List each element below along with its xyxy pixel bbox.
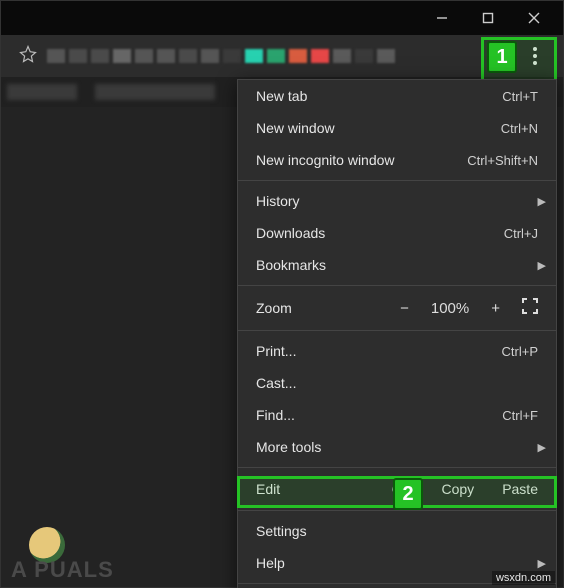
extension-icon[interactable] — [223, 49, 241, 63]
menu-item-history[interactable]: History ▶ — [238, 185, 556, 217]
menu-separator — [238, 180, 556, 181]
extension-icon[interactable] — [377, 49, 395, 63]
callout-1-badge: 1 — [487, 41, 517, 73]
minimize-button[interactable] — [419, 1, 465, 35]
extension-icon[interactable] — [355, 49, 373, 63]
menu-separator — [238, 467, 556, 468]
maximize-button[interactable] — [465, 1, 511, 35]
zoom-value: 100% — [431, 300, 469, 317]
close-button[interactable] — [511, 1, 557, 35]
menu-item-find[interactable]: Find... Ctrl+F — [238, 399, 556, 431]
blurred-item — [7, 84, 77, 100]
browser-toolbar — [1, 35, 563, 77]
callout-2-badge: 2 — [393, 478, 423, 510]
extension-icon[interactable] — [245, 49, 263, 63]
extension-icon[interactable] — [179, 49, 197, 63]
menu-item-zoom: Zoom − 100% + — [238, 290, 556, 326]
bookmark-star-icon[interactable] — [19, 45, 37, 68]
browser-window: A PUALS 1 New tab Ctrl+T New window Ctrl… — [0, 0, 564, 588]
extension-icon[interactable] — [91, 49, 109, 63]
menu-label: New incognito window — [256, 152, 395, 168]
menu-label: Bookmarks — [256, 257, 326, 273]
menu-item-new-window[interactable]: New window Ctrl+N — [238, 112, 556, 144]
menu-label: Find... — [256, 407, 295, 423]
menu-shortcut: Ctrl+F — [502, 408, 538, 423]
menu-label: Print... — [256, 343, 296, 359]
extension-icon[interactable] — [267, 49, 285, 63]
menu-item-bookmarks[interactable]: Bookmarks ▶ — [238, 249, 556, 281]
source-watermark: wsxdn.com — [492, 571, 555, 585]
menu-separator — [238, 330, 556, 331]
extension-icon[interactable] — [333, 49, 351, 63]
menu-item-new-incognito[interactable]: New incognito window Ctrl+Shift+N — [238, 144, 556, 176]
extension-icon[interactable] — [113, 49, 131, 63]
submenu-arrow-icon: ▶ — [538, 557, 546, 570]
menu-shortcut: Ctrl+Shift+N — [467, 153, 538, 168]
extension-icon[interactable] — [311, 49, 329, 63]
menu-label: Help — [256, 555, 285, 571]
menu-item-new-tab[interactable]: New tab Ctrl+T — [238, 80, 556, 112]
watermark-text: A PUALS — [11, 557, 114, 583]
submenu-arrow-icon: ▶ — [538, 195, 546, 208]
window-titlebar — [1, 1, 563, 35]
fullscreen-icon[interactable] — [522, 298, 538, 318]
menu-label: New tab — [256, 88, 307, 104]
menu-item-settings[interactable]: Settings — [238, 515, 556, 547]
menu-item-downloads[interactable]: Downloads Ctrl+J — [238, 217, 556, 249]
menu-item-more-tools[interactable]: More tools ▶ — [238, 431, 556, 463]
menu-item-print[interactable]: Print... Ctrl+P — [238, 335, 556, 367]
menu-label: New window — [256, 120, 335, 136]
extension-icon[interactable] — [69, 49, 87, 63]
menu-label: Zoom — [256, 300, 292, 316]
extension-icon[interactable] — [157, 49, 175, 63]
menu-label: History — [256, 193, 300, 209]
menu-label: Cast... — [256, 375, 296, 391]
extension-icons — [47, 49, 395, 63]
extension-icon[interactable] — [201, 49, 219, 63]
menu-shortcut: Ctrl+J — [504, 226, 538, 241]
blurred-item — [95, 84, 215, 100]
extension-icon[interactable] — [47, 49, 65, 63]
extension-icon[interactable] — [135, 49, 153, 63]
zoom-out-button[interactable]: − — [400, 300, 409, 317]
menu-shortcut: Ctrl+N — [501, 121, 538, 136]
menu-label: Downloads — [256, 225, 325, 241]
submenu-arrow-icon: ▶ — [538, 259, 546, 272]
menu-shortcut: Ctrl+P — [502, 344, 538, 359]
menu-label: More tools — [256, 439, 321, 455]
chrome-main-menu: New tab Ctrl+T New window Ctrl+N New inc… — [237, 79, 557, 588]
submenu-arrow-icon: ▶ — [538, 441, 546, 454]
menu-separator — [238, 510, 556, 511]
menu-item-cast[interactable]: Cast... — [238, 367, 556, 399]
menu-separator — [238, 285, 556, 286]
menu-shortcut: Ctrl+T — [502, 89, 538, 104]
menu-label: Settings — [256, 523, 307, 539]
extension-icon[interactable] — [289, 49, 307, 63]
zoom-in-button[interactable]: + — [491, 300, 500, 317]
